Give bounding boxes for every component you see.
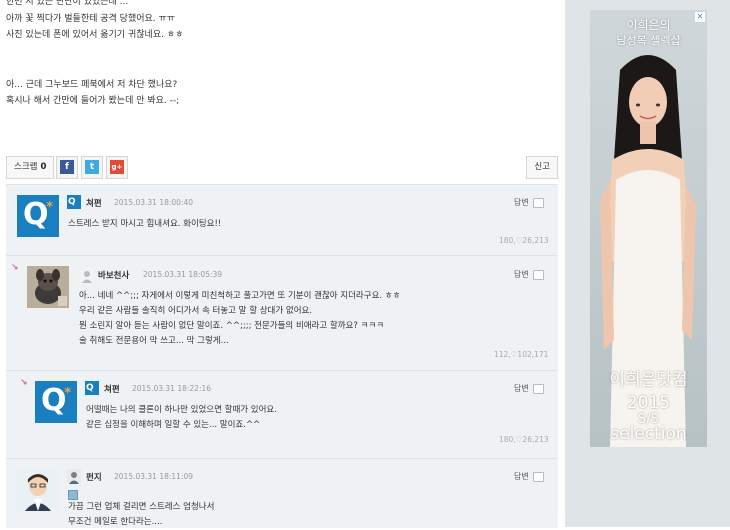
comment-reply-link[interactable]: 답변 [514, 269, 529, 280]
dog-photo-icon [27, 266, 69, 308]
report-button[interactable]: 신고 [526, 156, 558, 179]
scrap-button[interactable]: 스크랩 0 [6, 156, 55, 179]
comment-line: 무조건 메일로 한다라는.... [68, 517, 163, 527]
comment-meta: 180,♡26,213 [499, 435, 549, 444]
comment-reply-link[interactable]: 답변 [514, 383, 529, 394]
close-icon[interactable]: ✕ [695, 12, 705, 22]
comment-line: 우리 같은 사람들 솔직히 어디가서 속 터놓고 말 할 상대가 없어요. [79, 306, 313, 316]
comment-date: 2015.03.31 18:22:16 [132, 384, 212, 393]
comment-body: 스트레스 받지 마시고 힘내셔요. 화이팅요!! [68, 217, 221, 232]
comment-body: 가끔 그런 업체 걸리면 스트레스 엄청나서 무조건 메일로 한다라는.... [68, 500, 214, 530]
comment-list: Q * Q 쳐편 2015.03.31 18:00:40 답변 스트레스 받지 마… [6, 184, 558, 528]
facebook-icon: f [60, 160, 74, 174]
comment-author[interactable]: 쳐편 [86, 197, 102, 209]
google-plus-share-button[interactable]: g+ [106, 156, 128, 179]
comment-line: 술 취해도 전문용어 막 쓰고... 막 그렇게... [79, 336, 229, 346]
scrap-count: 0 [40, 162, 47, 172]
scrap-label: 스크랩 [14, 162, 38, 172]
ad-title-line: 남성복 셀렉샵 [616, 34, 681, 47]
comment-author[interactable]: 펀지 [86, 471, 102, 483]
post-body: 한번 시 있는 판단이 있었는데 ... 아까 꽃 찍다가 벌들한테 공격 당했… [6, 0, 183, 110]
ad-banner[interactable]: 이희은의 남성복 셀렉샵 ✕ 이희은닷컴 2015 S/S selection [590, 10, 707, 447]
post-line: 한번 시 있는 판단이 있었는데 ... [6, 0, 129, 7]
post-line [6, 44, 183, 61]
share-bar: 스크랩 0 f t g+ 신고 [6, 156, 558, 179]
comment-item: ↘ Q * Q 쳐편 2015.03.31 18:22:16 답변 어떨때는 나의… [6, 371, 558, 459]
member-icon [67, 469, 81, 484]
comment-line: 스트레스 받지 마시고 힘내셔요. 화이팅요!! [68, 219, 222, 229]
sidebar: 이희은의 남성복 셀렉샵 ✕ 이희은닷컴 2015 S/S selection [565, 0, 730, 527]
comment-line: 뭔 소린지 알아 듣는 사람이 없단 말이죠. ^^;;;; 전문가들의 비애라… [79, 321, 385, 331]
member-icon [80, 268, 94, 283]
reply-arrow-icon: ↘ [20, 378, 28, 388]
twitter-share-button[interactable]: t [81, 156, 103, 179]
print-icon[interactable] [533, 270, 544, 280]
ad-brand-line: 이희은닷컴 [609, 370, 688, 390]
post-line [6, 60, 183, 77]
avatar [27, 266, 69, 308]
print-icon[interactable] [533, 198, 544, 208]
comment-reply-link[interactable]: 답변 [514, 471, 529, 482]
post-line: 아까 꽃 찍다가 벌들한테 공격 당했어요. ㅠㅠ [6, 13, 176, 24]
avatar [17, 469, 59, 511]
asterisk-icon: * [64, 386, 71, 401]
reply-arrow-icon: ↘ [11, 263, 19, 273]
print-icon[interactable] [533, 472, 544, 482]
comment-item: Q * Q 쳐편 2015.03.31 18:00:40 답변 스트레스 받지 마… [6, 185, 558, 256]
member-icon: Q [85, 381, 99, 395]
comment-date: 2015.03.31 18:00:40 [114, 198, 194, 207]
comment-date: 2015.03.31 18:05:39 [143, 270, 223, 279]
comment-author[interactable]: 바보천사 [98, 269, 129, 281]
comment-line: 가끔 그런 업체 걸리면 스트레스 엄청나서 [68, 502, 215, 512]
facebook-share-button[interactable]: f [56, 156, 78, 179]
comment-author[interactable]: 쳐편 [104, 383, 120, 395]
level-badge-icon [68, 490, 78, 500]
avatar: Q * [35, 381, 77, 423]
comment-line: 어떨때는 나의 클론이 하나만 있었으면 할때가 있어요. [86, 405, 277, 415]
comment-item: ↘ 바보천사 2015.03.31 18:05:39 답변 아... 네네 ^^… [6, 256, 558, 371]
main-content: 한번 시 있는 판단이 있었는데 ... 아까 꽃 찍다가 벌들한테 공격 당했… [0, 0, 560, 528]
comment-meta: 180,♡26,213 [499, 236, 549, 245]
comment-body: 아... 네네 ^^;;; 자게에서 이렇게 미친척하고 풀고가면 또 기분이 … [79, 289, 400, 349]
post-line: 아... 근데 그누보드 페북에서 저 차단 했나요? [6, 79, 178, 90]
comment-line: 같은 심정을 이해하며 일할 수 있는... 말이죠.^^ [86, 420, 261, 430]
asterisk-icon: * [46, 200, 53, 215]
member-icon: Q [67, 195, 81, 209]
post-line: 사진 있는데 폰에 있어서 옮기기 귀찮네요. ㅎㅎ [6, 30, 184, 40]
ad-title-line: 이희은의 [626, 18, 671, 32]
q-logo-icon: Q [23, 197, 49, 232]
twitter-icon: t [85, 160, 99, 174]
ad-brand-line: selection [610, 424, 687, 444]
person-avatar-icon [17, 469, 59, 511]
print-icon[interactable] [533, 384, 544, 394]
comment-reply-link[interactable]: 답변 [514, 197, 529, 208]
q-logo-icon: Q [41, 383, 67, 418]
comment-line: 아... 네네 ^^;;; 자게에서 이렇게 미친척하고 풀고가면 또 기분이 … [79, 291, 401, 301]
comment-body: 어떨때는 나의 클론이 하나만 있었으면 할때가 있어요. 같은 심정을 이해하… [86, 403, 277, 433]
avatar: Q * [17, 195, 59, 237]
ad-brand-line: 2015 [626, 393, 671, 413]
post-line: 혹시나 해서 간만에 들어가 봤는데 안 봐요. --; [6, 96, 180, 106]
comment-date: 2015.03.31 18:11:09 [114, 472, 194, 481]
google-plus-icon: g+ [110, 160, 124, 174]
comment-meta: 112,♡102,171 [494, 350, 549, 359]
comment-item: 펀지 2015.03.31 18:11:09 답변 가끔 그런 업체 걸리면 스… [6, 459, 558, 528]
